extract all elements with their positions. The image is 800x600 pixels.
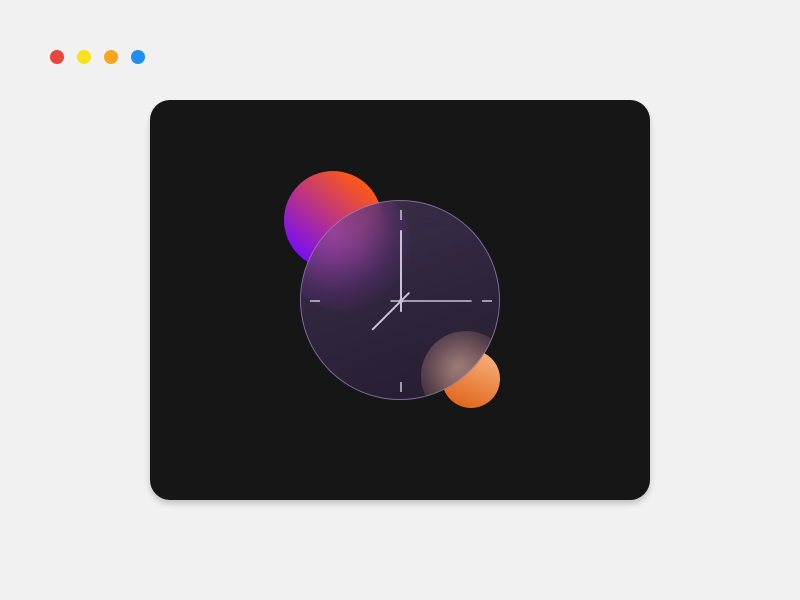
clock-center-pin: [399, 299, 403, 303]
fullscreen-window-dot[interactable]: [104, 50, 118, 64]
clock-card: [150, 100, 650, 500]
hour-hand: [371, 292, 410, 331]
window-controls: [50, 50, 145, 64]
minimize-window-dot[interactable]: [77, 50, 91, 64]
clock-dial: [310, 210, 492, 392]
extra-window-dot[interactable]: [131, 50, 145, 64]
close-window-dot[interactable]: [50, 50, 64, 64]
glass-clock-face: [300, 200, 500, 400]
